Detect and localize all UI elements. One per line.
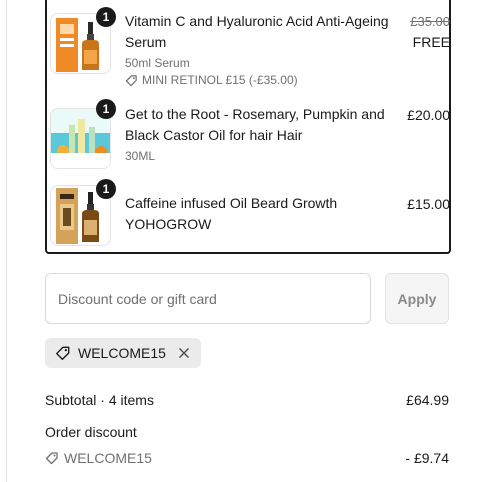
quantity-badge: 1 [96,99,116,119]
product-title: Vitamin C and Hyaluronic Acid Anti-Agein… [125,13,389,50]
applied-discount-chip: WELCOME15 [45,338,201,368]
product-title: Get to the Root - Rosemary, Pumpkin and … [125,106,385,143]
column-divider [6,0,7,482]
original-price: £35.00 [410,13,450,29]
quantity-badge: 1 [96,179,116,199]
line-price: £20.00 [407,107,450,123]
tag-icon [45,452,58,465]
line-price: £15.00 [407,196,450,212]
line-item: 1 Caffeine infused Oil Beard Growth YOHO… [50,179,450,247]
apply-button[interactable]: Apply [385,273,449,324]
subtotal-row: Subtotal · 4 items £64.99 [45,392,449,408]
order-discount-label: Order discount [45,424,137,440]
subtotal-value: £64.99 [406,392,449,408]
line-item: 1 Vitamin C and Hyaluronic Acid Anti-Age… [50,7,450,90]
discount-code-text: WELCOME15 [64,450,152,466]
line-price: FREE [412,34,450,50]
quantity-badge: 1 [96,7,116,27]
discount-code-input[interactable] [45,273,371,324]
line-item: 1 Get to the Root - Rosemary, Pumpkin an… [50,99,450,169]
product-promo: MINI RETINOL £15 (-£35.00) [125,73,298,87]
product-variant: 50ml Serum [125,56,190,70]
discount-code-row: WELCOME15 - £9.74 [45,450,449,466]
promo-text: MINI RETINOL £15 (-£35.00) [142,73,298,87]
tag-icon [125,74,137,86]
close-icon[interactable] [177,346,191,360]
product-variant: 30ML [125,149,156,163]
discount-code-info: WELCOME15 [45,450,449,466]
subtotal-label: Subtotal · 4 items [45,392,154,408]
product-title: Caffeine infused Oil Beard Growth YOHOGR… [125,195,338,232]
order-discount-row: Order discount [45,424,449,440]
strikethrough-price: £35.00 [410,14,450,29]
discount-value: - £9.74 [405,450,449,466]
applied-code-label: WELCOME15 [78,345,166,361]
tag-icon [56,346,70,360]
